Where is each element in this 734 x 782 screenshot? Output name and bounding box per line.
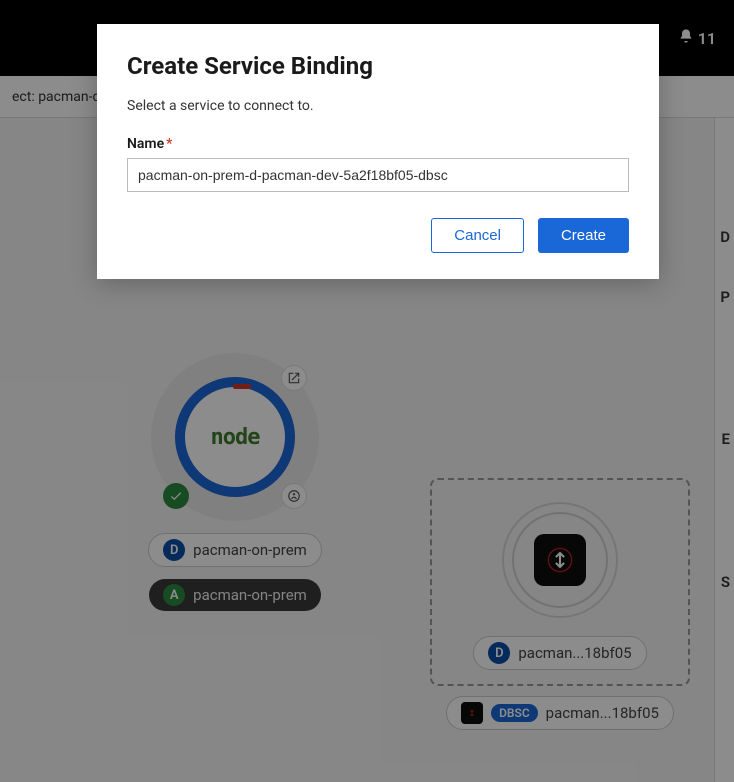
modal-title: Create Service Binding bbox=[127, 52, 629, 80]
create-service-binding-modal: Create Service Binding Select a service … bbox=[97, 24, 659, 279]
create-button[interactable]: Create bbox=[538, 218, 629, 253]
required-marker: * bbox=[166, 136, 172, 152]
modal-subtitle: Select a service to connect to. bbox=[127, 98, 629, 114]
name-field-label: Name* bbox=[127, 136, 629, 152]
cancel-button[interactable]: Cancel bbox=[431, 218, 524, 253]
modal-actions: Cancel Create bbox=[127, 218, 629, 253]
name-input[interactable] bbox=[127, 158, 629, 192]
